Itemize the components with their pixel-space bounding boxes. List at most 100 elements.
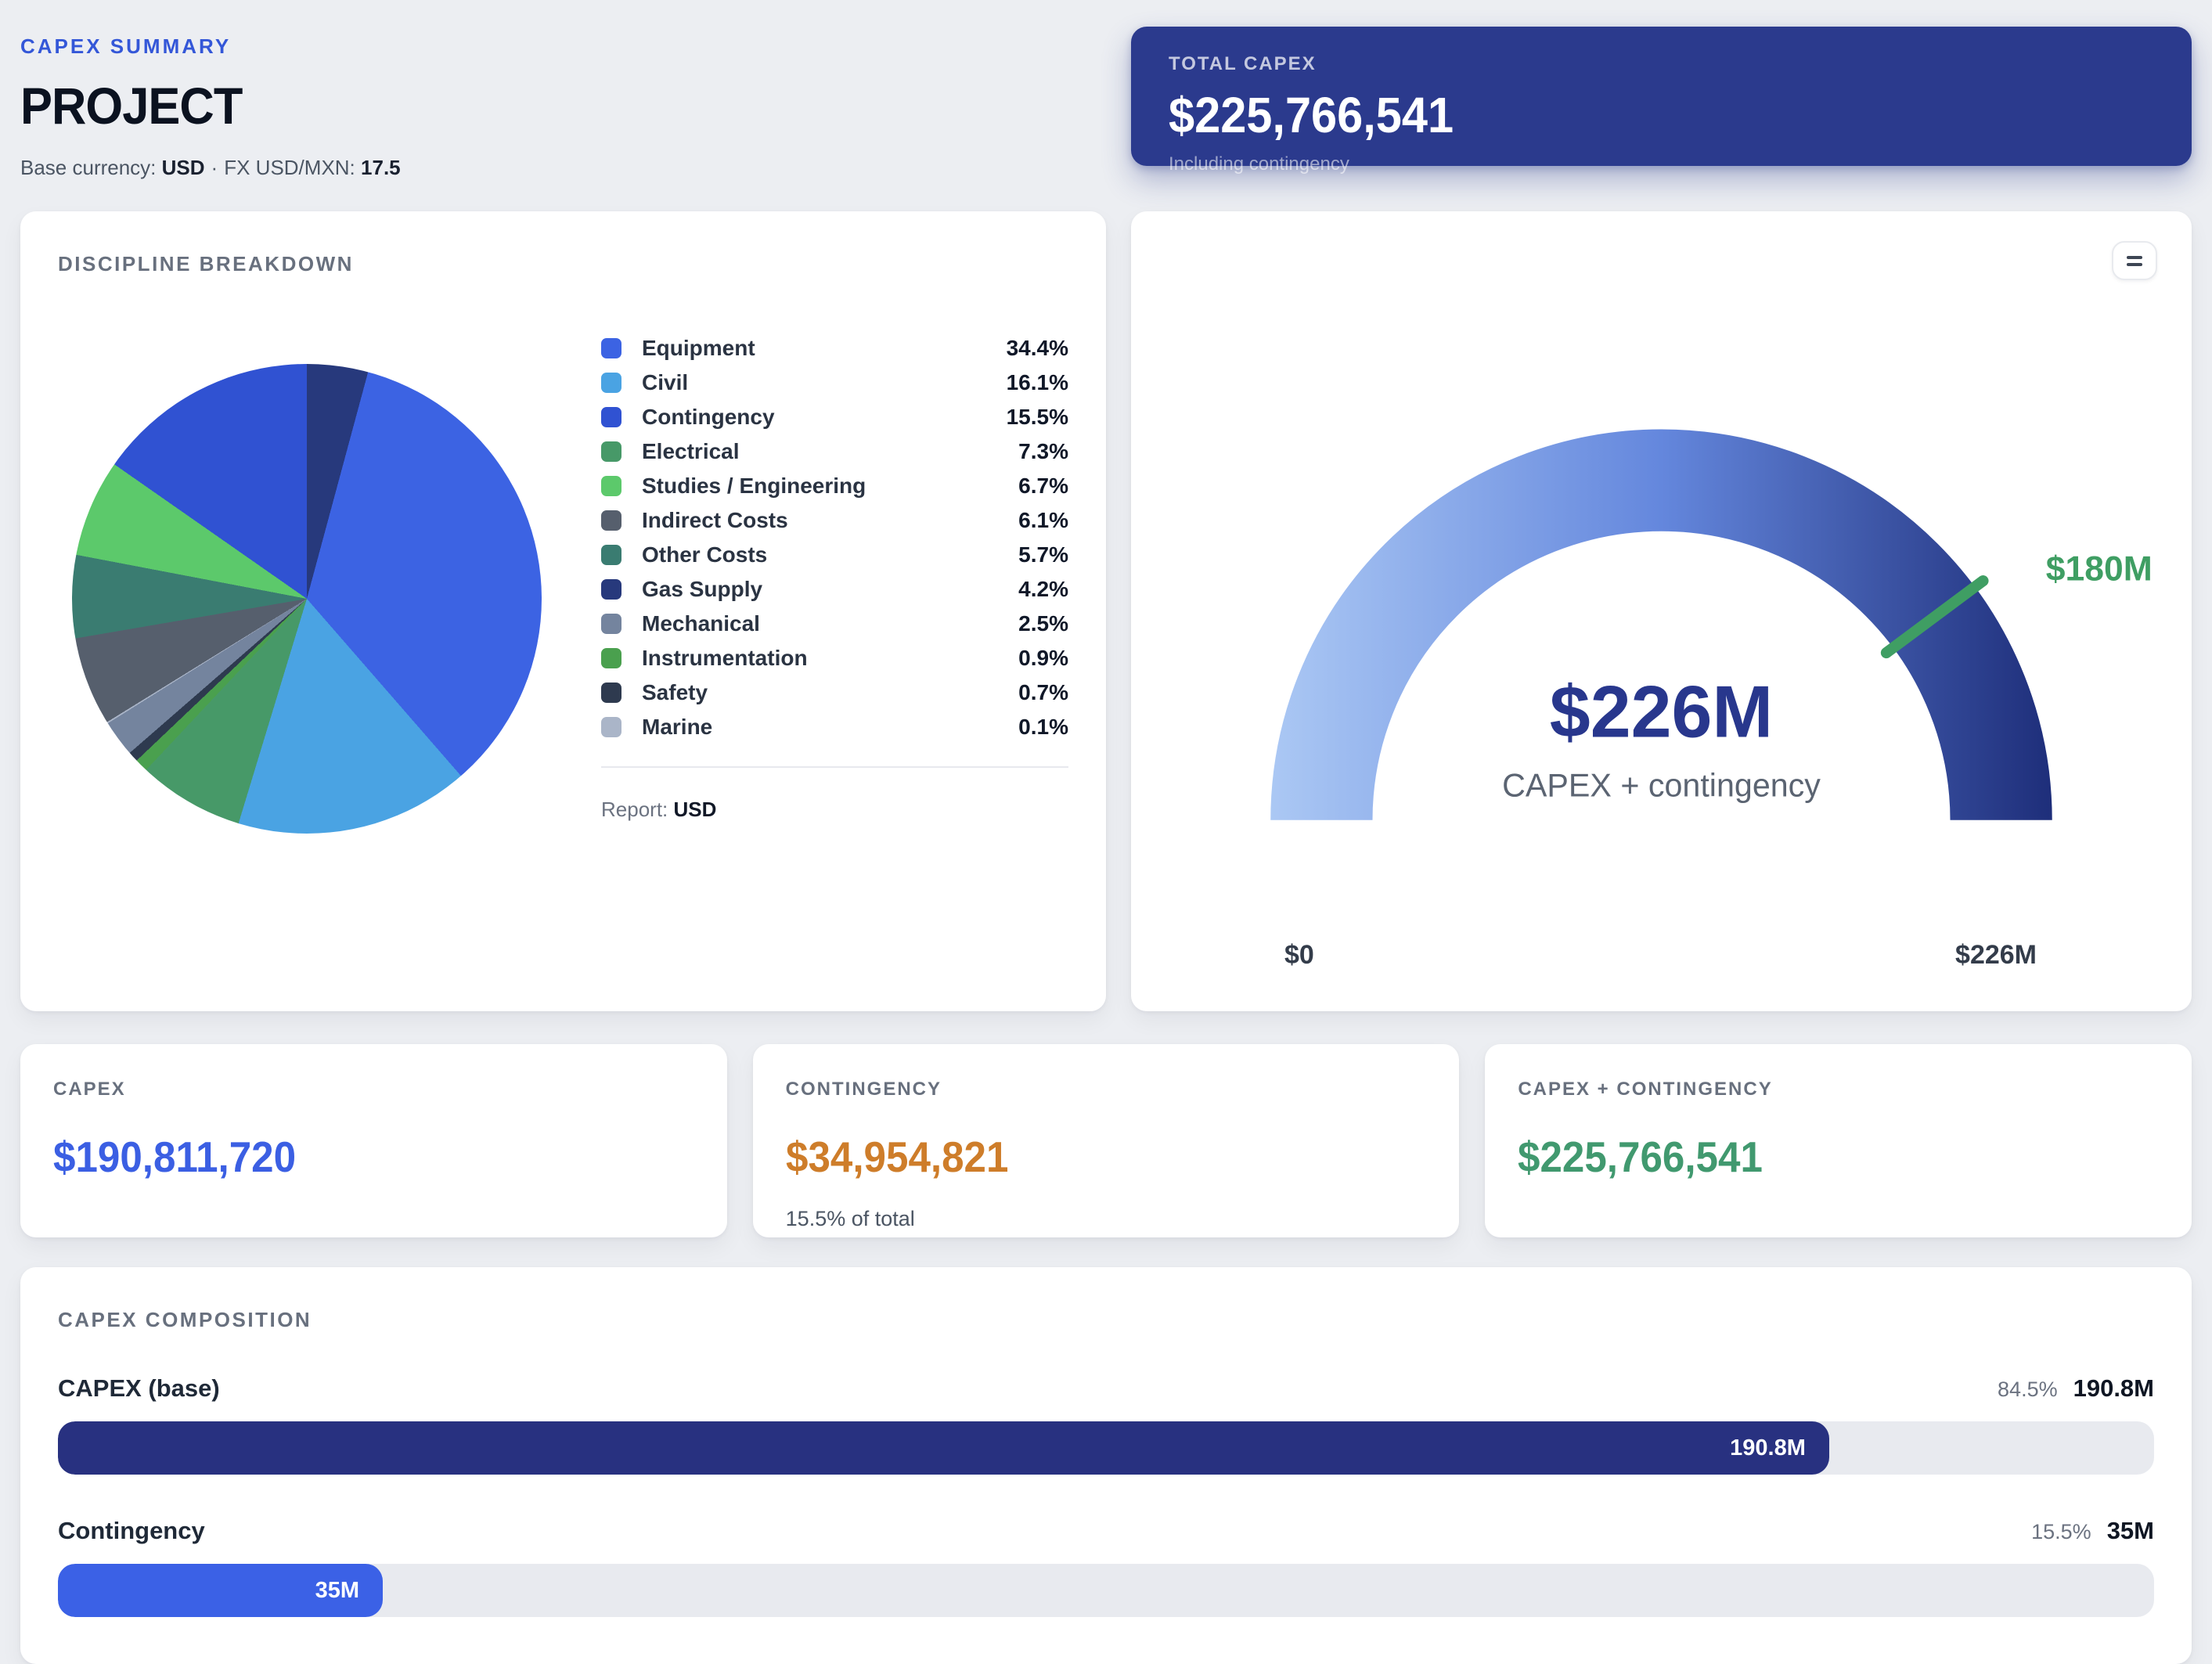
legend-swatch-icon [601,683,621,703]
legend-percentage: 4.2% [1018,577,1068,602]
legend-swatch-icon [601,476,621,496]
report-line: Report: USD [601,798,1068,822]
legend-swatch-icon [601,441,621,462]
legend-divider [601,766,1068,768]
legend-label: Marine [642,715,712,740]
menu-icon [2127,256,2142,259]
legend-item[interactable]: Other Costs 5.7% [601,538,1068,572]
total-capex-label: TOTAL CAPEX [1169,53,2154,75]
gauge-chart: $180M $226M CAPEX + contingency $0 $226M [1169,344,2154,971]
legend-item[interactable]: Gas Supply 4.2% [601,572,1068,607]
composition-row-capex-base: CAPEX (base) 84.5% 190.8M 190.8M [58,1374,2154,1475]
legend-label: Safety [642,680,708,705]
capex-composition-title: CAPEX COMPOSITION [58,1308,2154,1332]
gauge-svg: $180M $226M CAPEX + contingency [1169,344,2154,895]
capex-stat-label: CAPEX [53,1079,694,1100]
legend-item[interactable]: Electrical 7.3% [601,434,1068,469]
legend-item[interactable]: Contingency 15.5% [601,400,1068,434]
legend-percentage: 15.5% [1007,405,1068,430]
legend-label: Other Costs [642,542,767,567]
composition-row-pct: 15.5% [2031,1520,2091,1544]
composition-bar-fill: 190.8M [58,1421,1829,1475]
contingency-stat-sub: 15.5% of total [786,1207,1427,1231]
legend-label: Mechanical [642,611,760,636]
legend-label: Equipment [642,336,755,361]
legend-label: Electrical [642,439,740,464]
legend-percentage: 0.1% [1018,715,1068,740]
total-capex-subtitle: Including contingency [1169,153,2154,175]
legend-label: Studies / Engineering [642,474,866,499]
legend-swatch-icon [601,717,621,737]
legend-item[interactable]: Studies / Engineering6.7% [601,469,1068,503]
fx-rate-value: 17.5 [361,156,401,179]
legend-item[interactable]: Safety0.7% [601,675,1068,710]
legend-percentage: 5.7% [1018,542,1068,567]
legend-label: Gas Supply [642,577,762,602]
legend-item[interactable]: Mechanical 2.5% [601,607,1068,641]
gauge-min-label: $0 [1284,940,1314,971]
composition-row-label: CAPEX (base) [58,1374,220,1403]
separator-dot: · [211,156,218,179]
capex-contingency-stat-card: CAPEX + CONTINGENCY $225,766,541 [1485,1044,2192,1237]
composition-bar-fill: 35M [58,1564,383,1617]
legend-swatch-icon [601,373,621,393]
gauge-scale: $0 $226M [1169,940,2154,971]
legend-swatch-icon [601,338,621,358]
legend-swatch-icon [601,510,621,531]
legend-label: Civil [642,370,688,395]
legend-swatch-icon [601,545,621,565]
gauge-card: $180M $226M CAPEX + contingency $0 $226M [1131,211,2192,1011]
total-capex-card: TOTAL CAPEX $225,766,541 Including conti… [1131,27,2192,166]
legend-label: Indirect Costs [642,508,788,533]
fx-label: FX USD/MXN: [224,156,355,179]
capex-stat-card: CAPEX $190,811,720 [20,1044,727,1237]
composition-bar-label: 190.8M [1730,1435,1806,1461]
capex-contingency-stat-label: CAPEX + CONTINGENCY [1518,1079,2159,1100]
legend-item[interactable]: Indirect Costs 6.1% [601,503,1068,538]
capex-stat-value: $190,811,720 [53,1132,296,1182]
legend-swatch-icon [601,614,621,634]
legend-percentage: 16.1% [1007,370,1068,395]
legend-label: Instrumentation [642,646,808,671]
legend-label: Contingency [642,405,775,430]
contingency-stat-label: CONTINGENCY [786,1079,1427,1100]
legend-swatch-icon [601,407,621,427]
legend-percentage: 34.4% [1007,336,1068,361]
composition-row-contingency: Contingency 15.5% 35M 35M [58,1517,2154,1617]
discipline-breakdown-card: DISCIPLINE BREAKDOWN Equipment 34.4% Civil… [20,211,1106,1011]
capex-contingency-stat-value: $225,766,541 [1518,1132,1763,1182]
pie-legend: Equipment 34.4% Civil 16.1% Contingency 15.5%… [601,331,1068,834]
composition-row-value: 35M [2107,1517,2154,1545]
legend-item[interactable]: Civil 16.1% [601,366,1068,400]
legend-item[interactable]: Instrumentation 0.9% [601,641,1068,675]
base-currency-label: Base currency: [20,156,156,179]
capex-composition-card: CAPEX COMPOSITION CAPEX (base) 84.5% 190… [20,1267,2192,1664]
gauge-value: $226M [1550,671,1773,752]
legend-percentage: 2.5% [1018,611,1068,636]
composition-row-pct: 84.5% [1998,1378,2058,1402]
legend-item[interactable]: Marine 0.1% [601,710,1068,744]
discipline-breakdown-title: DISCIPLINE BREAKDOWN [58,252,1068,276]
gauge-max-label: $226M [1955,940,2037,971]
discipline-pie-chart[interactable] [72,364,542,834]
contingency-stat-value: $34,954,821 [786,1132,1008,1182]
composition-bar-track: 35M [58,1564,2154,1617]
contingency-stat-card: CONTINGENCY $34,954,821 15.5% of total [753,1044,1460,1237]
report-currency: USD [674,798,717,821]
total-capex-value: $225,766,541 [1169,86,1454,144]
header-text-block: CAPEX SUMMARY PROJECT Base currency: USD… [20,23,401,180]
base-currency-value: USD [162,156,205,179]
legend-percentage: 6.1% [1018,508,1068,533]
gauge-threshold-label: $180M [2046,550,2153,589]
legend-item[interactable]: Equipment 34.4% [601,331,1068,366]
composition-bar-track: 190.8M [58,1421,2154,1475]
legend-percentage: 7.3% [1018,439,1068,464]
gauge-caption: CAPEX + contingency [1502,767,1821,803]
legend-percentage: 0.9% [1018,646,1068,671]
report-label: Report: [601,798,668,821]
legend-swatch-icon [601,579,621,600]
chart-menu-button[interactable] [2112,241,2157,280]
menu-icon [2127,263,2142,266]
legend-swatch-icon [601,648,621,668]
page-header: CAPEX SUMMARY PROJECT Base currency: USD… [20,23,2192,180]
